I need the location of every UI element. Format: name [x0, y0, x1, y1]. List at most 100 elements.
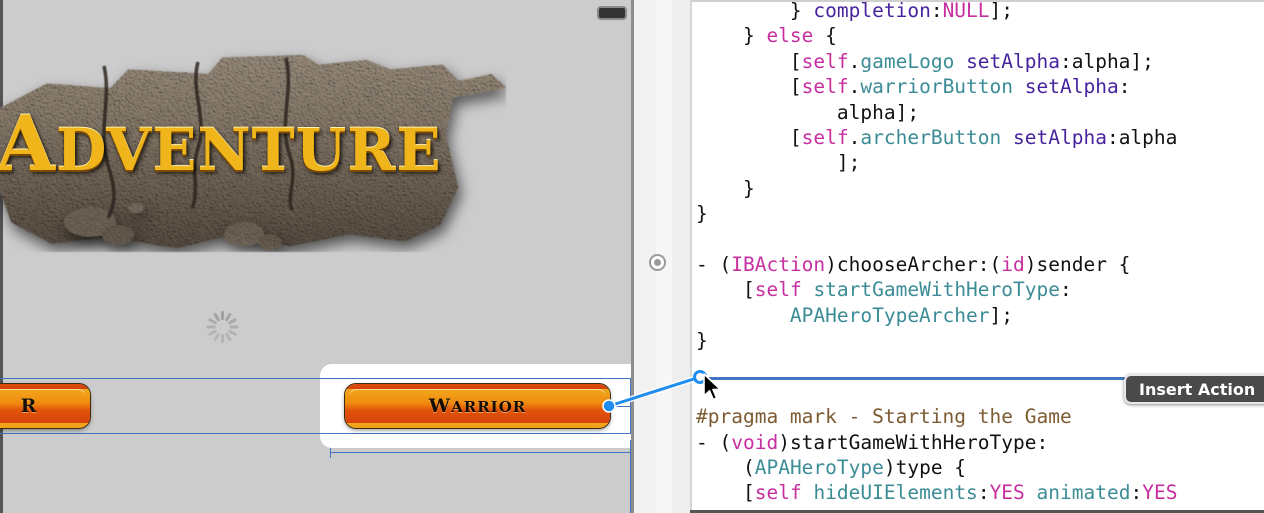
code-token: [ — [789, 49, 802, 73]
code-token: [ — [742, 481, 755, 505]
logo-text-rest: DVENTURE — [55, 116, 442, 184]
code-token: warriorButton — [860, 75, 1014, 99]
code-line: [self hideUIElements:YES animated:YES — [696, 480, 1264, 505]
status-bar-pill-icon — [597, 6, 627, 20]
editor-left-divider — [690, 0, 692, 513]
code-line: } completion:NULL]; — [696, 0, 1264, 23]
code-line: (APAHeroType)type { — [696, 455, 1264, 480]
code-line: #pragma mark - Starting the Game — [696, 404, 1264, 429]
code-token: ]; — [989, 303, 1013, 327]
code-token: - ( — [696, 252, 732, 276]
code-token: YES — [989, 481, 1025, 505]
code-lines[interactable]: } completion:NULL]; } else { [self.gameL… — [696, 0, 1264, 506]
code-token: APAHeroTypeArcher — [789, 303, 990, 327]
code-token: self — [801, 125, 849, 149]
code-token: archerButton — [860, 125, 1002, 149]
source-code-editor[interactable]: } completion:NULL]; } else { [self.gameL… — [690, 0, 1264, 513]
code-token: )chooseArcher:( — [825, 252, 1002, 276]
code-token: . — [848, 49, 861, 73]
code-token: :alpha]; — [1059, 49, 1154, 73]
code-token: hideUIElements — [813, 481, 978, 505]
activity-spinner-icon — [205, 310, 239, 344]
archer-button-label: R — [20, 395, 38, 417]
code-token: APAHeroType — [754, 456, 884, 480]
code-token: self — [801, 49, 849, 73]
code-token: )startGameWithHeroType: — [778, 430, 1049, 454]
insert-action-tooltip-label: Insert Action — [1139, 379, 1256, 399]
code-token: animated — [1036, 481, 1131, 505]
archer-button[interactable]: R — [0, 383, 91, 429]
code-token: ]; — [836, 151, 861, 175]
code-token: . — [848, 75, 861, 99]
code-line: [self.gameLogo setAlpha:alpha]; — [696, 49, 1264, 74]
archer-button-bezel — [0, 383, 91, 429]
mouse-cursor-icon — [703, 373, 721, 401]
code-token: completion — [813, 0, 931, 22]
code-line: [self startGameWithHeroType: — [696, 277, 1264, 302]
logo-text: ADVENTURE — [0, 106, 456, 182]
code-token: [ — [789, 75, 802, 99]
constraint-guide-bottom — [0, 433, 634, 434]
code-token: : — [1130, 481, 1143, 505]
code-token: . — [848, 125, 861, 149]
code-token: : — [1059, 278, 1072, 302]
code-token: setAlpha — [1013, 125, 1107, 149]
code-token: [ — [742, 278, 755, 302]
method-definition-marker-icon[interactable] — [649, 254, 666, 271]
constraint-guide-top — [0, 378, 634, 379]
game-logo-image[interactable]: ADVENTURE — [0, 22, 506, 252]
code-token: self — [754, 481, 802, 505]
code-token: YES — [1142, 481, 1178, 505]
insert-action-tooltip: Insert Action — [1124, 374, 1264, 404]
code-token: self — [801, 75, 849, 99]
code-token: else — [766, 24, 814, 48]
constraint-tick-left — [330, 448, 331, 458]
code-line: - (IBAction)chooseArcher:(id)sender { — [696, 252, 1264, 277]
code-token: } — [789, 0, 814, 22]
code-token: id — [1001, 252, 1025, 276]
code-line: } else { — [696, 23, 1264, 48]
code-line: APAHeroTypeArcher]; — [696, 303, 1264, 328]
warrior-button-label: WARRIOR — [429, 395, 526, 417]
code-token: )type { — [883, 456, 967, 480]
xcode-assistant-editor-window: ADVENTURE R WARRIOR} completion:NULL]; … — [0, 0, 1264, 513]
code-token: void — [731, 430, 779, 454]
code-line: - (void)startGameWithHeroType: — [696, 430, 1264, 455]
code-token: self — [754, 278, 802, 302]
warrior-label-cap: W — [428, 395, 452, 417]
code-token: : — [1118, 75, 1131, 99]
code-token: } — [696, 202, 708, 226]
code-token: gameLogo — [860, 49, 955, 73]
code-line: [self.archerButton setAlpha:alpha — [696, 125, 1264, 150]
code-token: [ — [789, 125, 802, 149]
constraint-guide-width — [330, 452, 634, 453]
code-token: :alpha — [1106, 125, 1178, 149]
code-token: )sender { — [1024, 252, 1131, 276]
interface-builder-canvas[interactable]: ADVENTURE R WARRIOR — [0, 0, 634, 513]
code-token: - ( — [696, 430, 732, 454]
code-token: #pragma mark - Starting the Game — [696, 405, 1072, 429]
warrior-label-rest: ARRIOR — [451, 398, 527, 416]
gutter-stripe-right — [672, 0, 690, 513]
code-line: } — [696, 176, 1264, 201]
code-token: { — [813, 24, 837, 48]
code-token: } — [696, 329, 708, 353]
code-token: setAlpha — [966, 49, 1060, 73]
code-token: } — [742, 24, 767, 48]
code-token: } — [742, 176, 755, 200]
warrior-button[interactable]: WARRIOR — [344, 383, 611, 429]
code-token: : — [977, 481, 990, 505]
code-line: ]; — [696, 150, 1264, 175]
code-token: setAlpha — [1024, 75, 1119, 99]
code-token: IBAction — [731, 252, 826, 276]
code-line: alpha]; — [696, 100, 1264, 125]
code-line: [self.warriorButton setAlpha: — [696, 74, 1264, 99]
code-token: ( — [742, 456, 755, 480]
